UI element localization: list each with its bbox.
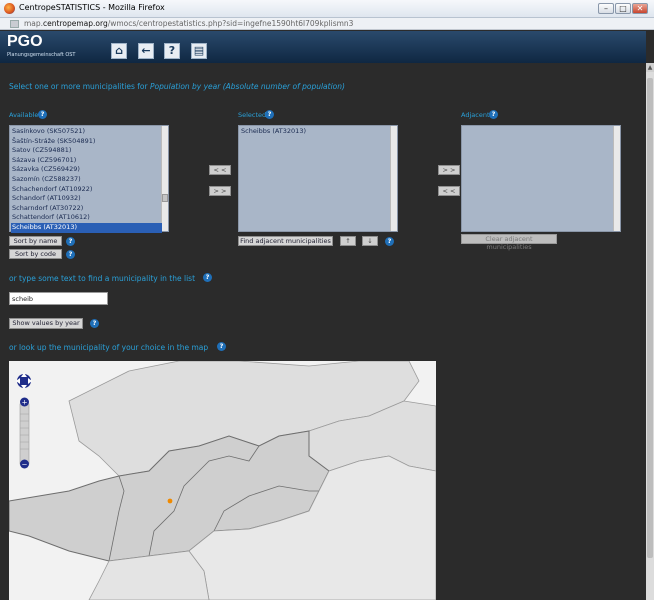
help-icon: ? (168, 44, 176, 57)
map-heading: or look up the municipality of your choi… (9, 343, 209, 352)
available-label: Available (9, 111, 39, 119)
move-up-button[interactable]: ↑ (340, 236, 356, 246)
remove-adjacent-button[interactable]: < < (438, 186, 460, 196)
window-titlebar: CentropeSTATISTICS - Mozilla Firefox – □… (0, 0, 654, 18)
find-adjacent-help-icon[interactable]: ? (385, 237, 394, 246)
pgo-logo: PGO (7, 33, 43, 50)
page-heading: Select one or more municipalities for Po… (9, 82, 345, 91)
help-button[interactable]: ? (164, 43, 180, 59)
available-list-item[interactable]: Sasínkovo (SK507521) (11, 127, 162, 137)
firefox-icon (4, 3, 15, 14)
type-search-heading: or type some text to find a municipality… (9, 274, 196, 283)
adjacent-list-scrollbar[interactable] (613, 126, 620, 231)
adjacent-help-icon[interactable]: ? (489, 110, 498, 119)
move-down-button[interactable]: ↓ (362, 236, 378, 246)
logo-subtitle: Planungsgemeinschaft OST (7, 52, 76, 58)
window-title: CentropeSTATISTICS - Mozilla Firefox (19, 3, 165, 12)
show-values-button[interactable]: Show values by year (9, 318, 83, 329)
back-button[interactable]: ← (138, 43, 154, 59)
url-bar[interactable]: map.centropemap.org/wmocs/centropestatis… (0, 18, 654, 30)
map-view[interactable]: + − (9, 361, 436, 600)
available-list-scrollbar[interactable] (161, 126, 168, 231)
selected-list-scrollbar[interactable] (390, 126, 397, 231)
map-marker[interactable] (167, 498, 173, 504)
available-list-item[interactable]: Scharndorf (AT30722) (11, 204, 162, 214)
type-search-help-icon[interactable]: ? (203, 273, 212, 282)
add-adjacent-button[interactable]: > > (438, 165, 460, 175)
print-button[interactable]: ▤ (191, 43, 207, 59)
available-list-item[interactable]: Scheibbs (AT32013) (11, 223, 162, 233)
page-icon (10, 20, 19, 28)
selected-help-icon[interactable]: ? (265, 110, 274, 119)
selected-list-item[interactable]: Scheibbs (AT32013) (240, 127, 391, 137)
available-list-item[interactable]: Schattendorf (AT10612) (11, 213, 162, 223)
url-text: map.centropemap.org/wmocs/centropestatis… (24, 19, 354, 28)
zoom-out-label: − (22, 461, 28, 469)
available-help-icon[interactable]: ? (38, 110, 47, 119)
close-button[interactable]: ✕ (632, 3, 648, 14)
map-canvas[interactable]: + − (9, 361, 436, 600)
zoom-out-button[interactable]: − (20, 459, 29, 469)
available-list-item[interactable]: Sázava (CZ596701) (11, 156, 162, 166)
sort-code-help-icon[interactable]: ? (66, 250, 75, 259)
minimize-button[interactable]: – (598, 3, 614, 14)
zoom-in-button[interactable]: + (20, 397, 29, 407)
selected-label: Selected (238, 111, 267, 119)
app-header: PGO Planungsgemeinschaft OST ⌂ ← ? ▤ (0, 31, 646, 63)
selected-list[interactable]: Scheibbs (AT32013) (238, 125, 398, 232)
available-list-item[interactable]: Sazomín (CZ588237) (11, 175, 162, 185)
municipality-search-input[interactable] (9, 292, 108, 305)
available-list-item[interactable]: Satov (CZ594881) (11, 146, 162, 156)
available-list-scroll-thumb[interactable] (162, 194, 168, 202)
zoom-in-label: + (22, 399, 28, 407)
maximize-button[interactable]: □ (615, 3, 631, 14)
page-scrollbar-thumb[interactable] (647, 78, 653, 558)
map-help-icon[interactable]: ? (217, 342, 226, 351)
sort-by-code-button[interactable]: Sort by code (9, 249, 62, 259)
add-selected-button[interactable]: > > (209, 186, 231, 196)
print-icon: ▤ (193, 44, 205, 57)
home-icon: ⌂ (115, 44, 123, 57)
adjacent-label: Adjacent (461, 111, 490, 119)
available-list[interactable]: Sasínkovo (SK507521) Šaštín-Stráže (SK504… (9, 125, 169, 233)
scroll-up-arrow[interactable]: ▲ (646, 63, 654, 72)
home-button[interactable]: ⌂ (111, 43, 127, 59)
available-list-item[interactable]: Sázavka (CZ569429) (11, 165, 162, 175)
available-list-item[interactable]: Schachendorf (AT10922) (11, 185, 162, 195)
sort-by-name-button[interactable]: Sort by name (9, 236, 62, 246)
map-zoom-bar[interactable] (19, 403, 30, 465)
find-adjacent-button[interactable]: Find adjacent municipalities (238, 236, 333, 246)
clear-adjacent-button[interactable]: Clear adjacent municipalities (461, 234, 557, 251)
available-list-item[interactable]: Šaštín-Stráže (SK504891) (11, 137, 162, 147)
available-list-item[interactable]: Schandorf (AT10932) (11, 194, 162, 204)
sort-name-help-icon[interactable]: ? (66, 237, 75, 246)
adjacent-list[interactable] (461, 125, 621, 232)
remove-selected-button[interactable]: < < (209, 165, 231, 175)
show-values-help-icon[interactable]: ? (90, 319, 99, 328)
back-icon: ← (141, 44, 151, 57)
